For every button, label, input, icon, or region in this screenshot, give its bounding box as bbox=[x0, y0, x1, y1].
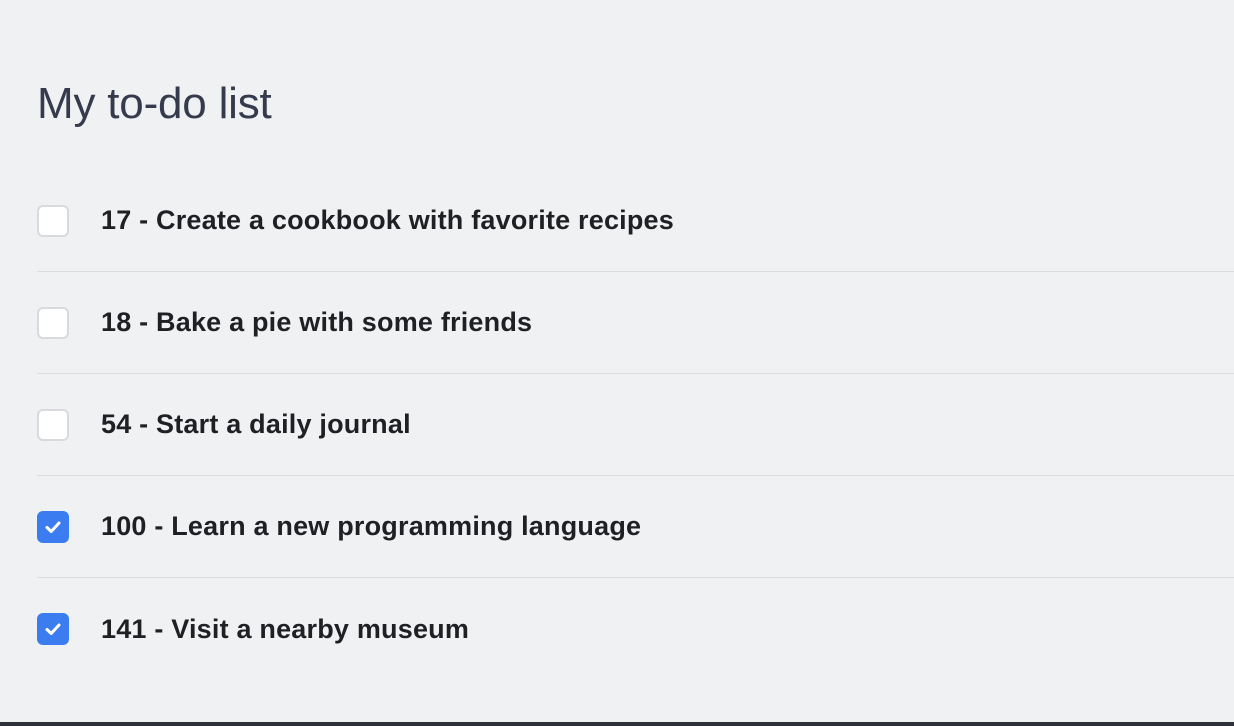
todo-label: 54 - Start a daily journal bbox=[101, 409, 411, 439]
todo-list: 17 - Create a cookbook with favorite rec… bbox=[37, 170, 1234, 680]
todo-checkbox[interactable] bbox=[37, 613, 69, 645]
todo-item[interactable]: 17 - Create a cookbook with favorite rec… bbox=[37, 170, 1234, 272]
check-icon bbox=[45, 521, 61, 533]
todo-label: 18 - Bake a pie with some friends bbox=[101, 307, 533, 337]
page: My to-do list 17 - Create a cookbook wit… bbox=[0, 0, 1234, 722]
todo-item[interactable]: 100 - Learn a new programming language bbox=[37, 476, 1234, 578]
todo-item[interactable]: 18 - Bake a pie with some friends bbox=[37, 272, 1234, 374]
page-title: My to-do list bbox=[37, 79, 272, 128]
todo-checkbox[interactable] bbox=[37, 510, 69, 543]
check-icon bbox=[45, 623, 61, 635]
todo-label: 141 - Visit a nearby museum bbox=[101, 613, 470, 644]
todo-checkbox[interactable] bbox=[37, 408, 69, 441]
window-bottom-edge bbox=[0, 722, 1234, 726]
todo-checkbox[interactable] bbox=[37, 204, 69, 237]
todo-item[interactable]: 141 - Visit a nearby museum bbox=[37, 578, 1234, 680]
todo-checkbox[interactable] bbox=[37, 306, 69, 339]
todo-item[interactable]: 54 - Start a daily journal bbox=[37, 374, 1234, 476]
todo-label: 17 - Create a cookbook with favorite rec… bbox=[101, 205, 674, 235]
todo-label: 100 - Learn a new programming language bbox=[101, 511, 642, 541]
